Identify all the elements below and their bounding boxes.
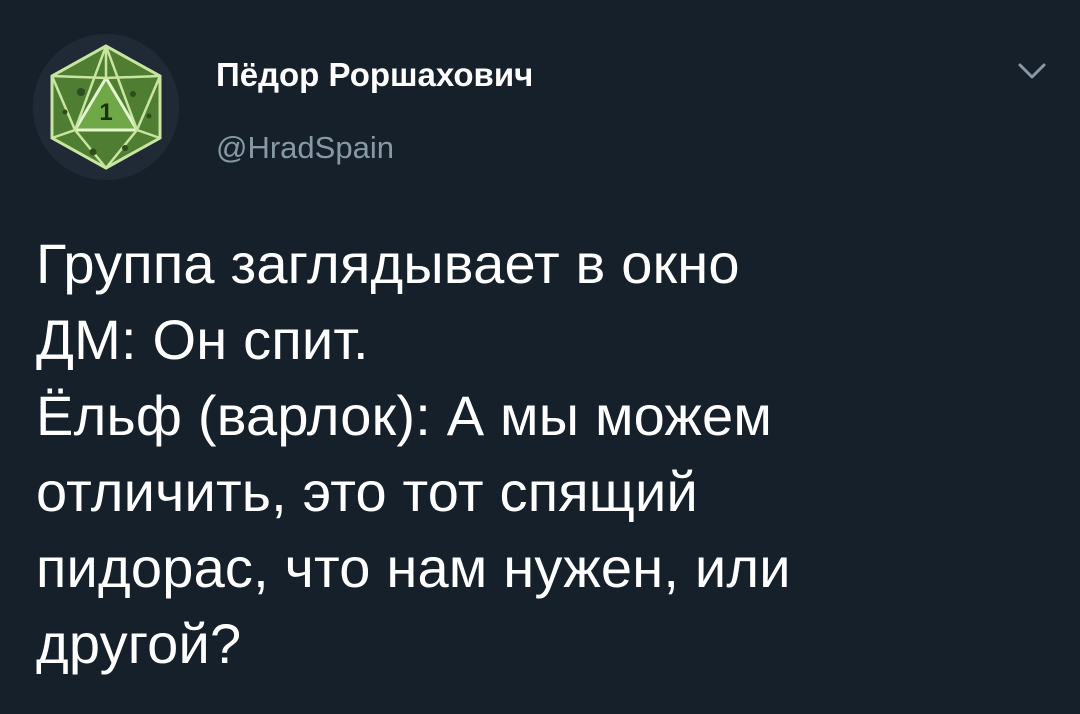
author-avatar[interactable]: 1 — [33, 34, 179, 180]
tweet-menu-button[interactable] — [1016, 60, 1048, 82]
author-handle[interactable]: @HradSpain — [216, 130, 394, 166]
avatar-die-face: 1 — [99, 99, 112, 126]
d20-dice-icon: 1 — [33, 34, 179, 180]
chevron-down-icon — [1018, 63, 1046, 79]
tweet-card: 1 Пёдор Роршахович @HradSpain Группа заг… — [0, 0, 1080, 714]
author-display-name[interactable]: Пёдор Роршахович — [216, 56, 533, 94]
tweet-text: Группа заглядывает в окно ДМ: Он спит. Ё… — [36, 232, 791, 675]
